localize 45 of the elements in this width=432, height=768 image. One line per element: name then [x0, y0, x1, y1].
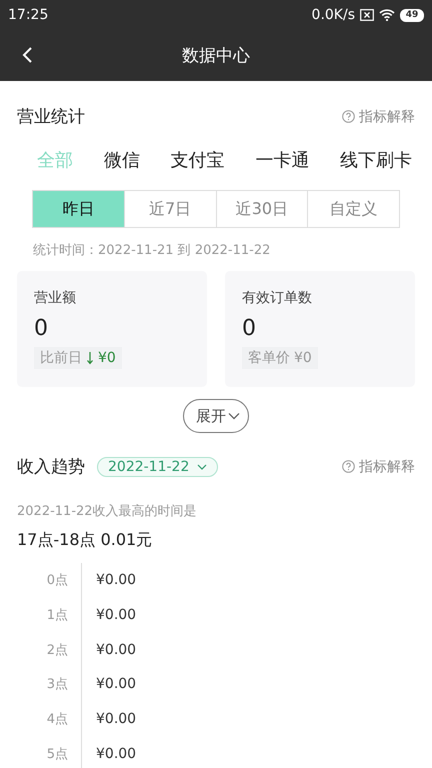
card-value: 0 — [34, 316, 48, 341]
note-value: ¥0 — [98, 350, 116, 366]
hour-amount: ¥0.00 — [96, 607, 136, 624]
note-value: ¥0 — [294, 350, 312, 366]
hour-amount: ¥0.00 — [96, 642, 136, 658]
peak-caption: 2022-11-22收入最高的时间是 — [17, 503, 198, 520]
hour-label: 4点 — [46, 711, 68, 728]
channel-tab[interactable]: 一卡通 — [255, 148, 310, 172]
note-label: 比前日 — [40, 349, 82, 367]
chevron-down-icon — [228, 412, 240, 420]
peak-value: 17点-18点 0.01元 — [17, 530, 154, 551]
note-label: 客单价 — [248, 349, 290, 367]
back-button[interactable] — [20, 45, 34, 65]
help-link[interactable]: 指标解释 — [342, 108, 415, 126]
hour-label: 2点 — [46, 642, 68, 659]
page-title: 数据中心 — [181, 45, 251, 67]
help-link[interactable]: 指标解释 — [342, 458, 415, 476]
status-time: 17:25 — [8, 7, 48, 23]
date-picker[interactable]: 2022-11-22 — [97, 456, 218, 476]
card-label: 营业额 — [34, 289, 76, 307]
channel-tab[interactable]: 线下刷卡 — [340, 148, 412, 172]
hour-label: 5点 — [46, 746, 68, 763]
channel-tab[interactable]: 支付宝 — [170, 148, 224, 172]
help-icon — [342, 110, 355, 123]
hour-amount: ¥0.00 — [96, 711, 136, 728]
wifi-icon — [379, 9, 395, 21]
card-label: 有效订单数 — [242, 289, 312, 307]
section-title: 营业统计 — [17, 106, 85, 128]
channel-tab[interactable]: 微信 — [104, 148, 140, 172]
help-icon — [342, 460, 355, 473]
hour-amount: ¥0.00 — [96, 746, 136, 762]
chevron-down-icon — [197, 464, 208, 470]
period-text: 统计时间：2022-11-21 到 2022-11-22 — [33, 242, 272, 259]
hour-label: 3点 — [46, 676, 68, 694]
expand-button[interactable]: 展开 — [183, 399, 249, 433]
hour-label: 1点 — [46, 607, 68, 624]
section-title: 收入趋势 — [17, 456, 85, 478]
period-tab[interactable]: 昨日 — [33, 191, 124, 227]
hour-label: 0点 — [46, 572, 68, 590]
hour-amount: ¥0.00 — [96, 676, 136, 692]
card-value: 0 — [242, 316, 256, 341]
hour-amount: ¥0.00 — [96, 572, 136, 588]
sim-card-icon — [360, 9, 374, 21]
network-speed: 0.0K/s — [312, 7, 355, 23]
battery-icon: 49 — [400, 8, 424, 22]
